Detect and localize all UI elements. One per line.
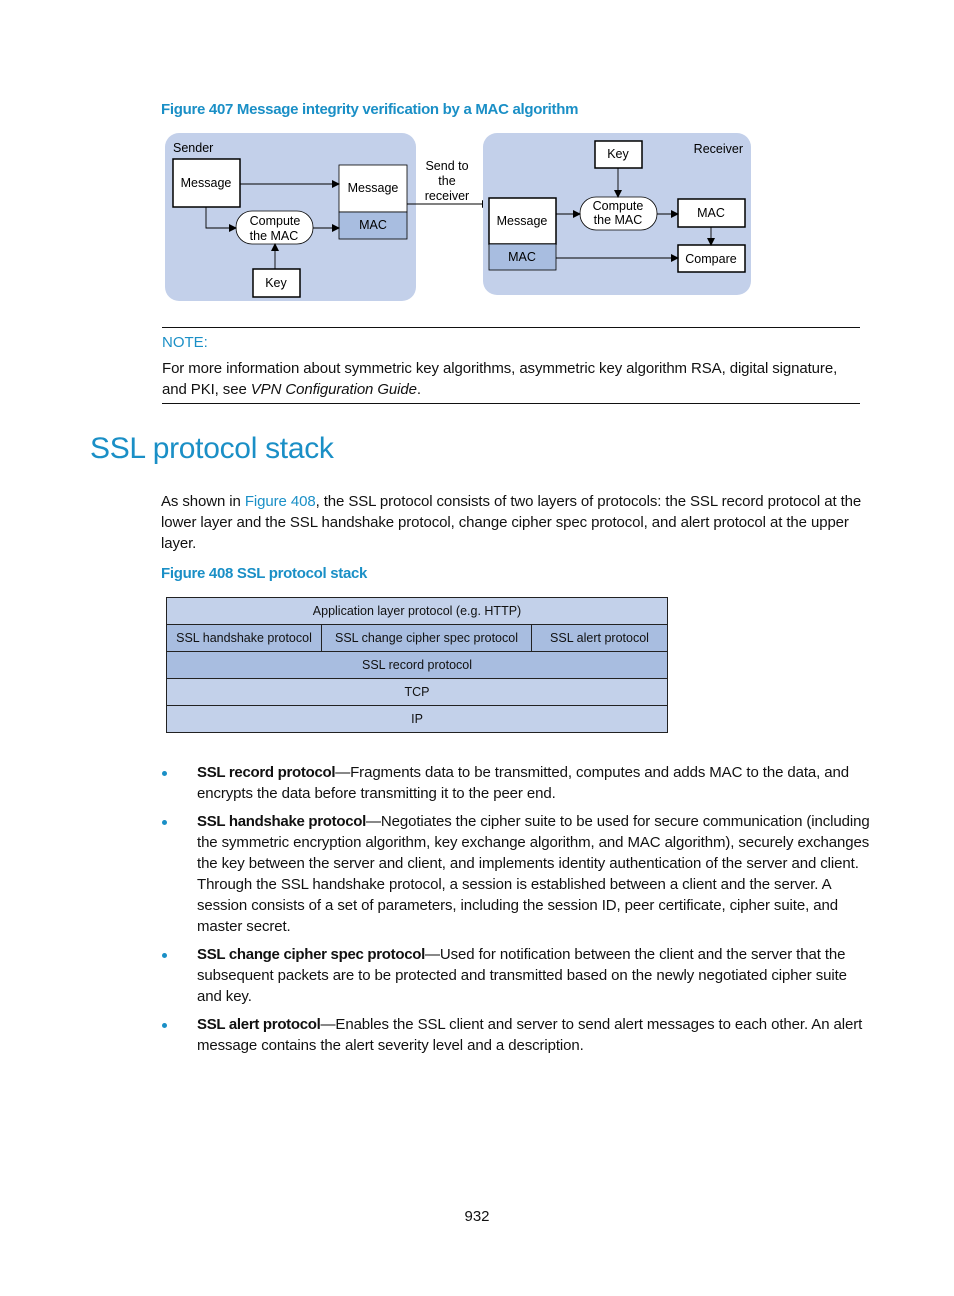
stack-row-application: Application layer protocol (e.g. HTTP) [167,598,667,625]
sender-label: Sender [173,141,213,155]
intro-text-start: As shown in [161,493,245,510]
send-label-line2: the [438,174,455,188]
sender-compute-line1: Compute [250,214,301,228]
bullet-term: SSL record protocol [197,764,336,781]
stack-row-upper-ssl: SSL handshake protocol SSL change cipher… [167,625,667,652]
intro-paragraph: As shown in Figure 408, the SSL protocol… [161,491,866,554]
sender-packet-message-label: Message [348,181,399,195]
bullet-handshake-protocol: SSL handshake protocol—Negotiates the ci… [160,811,870,937]
layer-handshake: SSL handshake protocol [167,625,321,651]
send-label-line3: receiver [425,189,469,203]
note-title: NOTE: [162,334,208,351]
section-heading: SSL protocol stack [90,432,334,465]
ssl-protocol-stack-diagram: Application layer protocol (e.g. HTTP) S… [166,597,668,733]
figure-407-caption: Figure 407 Message integrity verificatio… [161,101,579,118]
layer-change-cipher: SSL change cipher spec protocol [321,625,531,651]
send-label-line1: Send to [425,159,468,173]
bullet-dot-icon [162,1023,167,1028]
bullet-dot-icon [162,820,167,825]
sender-message-label: Message [181,176,232,190]
receiver-mac-label: MAC [697,206,725,220]
bullet-record-protocol: SSL record protocol—Fragments data to be… [160,762,870,804]
note-box: NOTE: For more information about symmetr… [162,327,860,404]
bullet-term: SSL handshake protocol [197,813,366,830]
layer-record: SSL record protocol [167,652,667,678]
note-text-end: . [416,381,421,398]
stack-row-record: SSL record protocol [167,652,667,679]
receiver-packet-message-label: Message [497,214,548,228]
receiver-label: Receiver [694,142,743,156]
receiver-compute-line1: Compute [593,199,644,213]
stack-row-tcp: TCP [167,679,667,706]
layer-tcp: TCP [167,679,667,705]
bullet-dot-icon [162,953,167,958]
layer-ip: IP [167,706,667,732]
receiver-key-label: Key [607,147,629,161]
bullet-text: —Negotiates the cipher suite to be used … [197,813,870,935]
receiver-compare-label: Compare [685,252,736,266]
protocol-bullet-list: SSL record protocol—Fragments data to be… [160,762,870,1063]
sender-key-label: Key [265,276,287,290]
layer-alert: SSL alert protocol [531,625,667,651]
note-text: For more information about symmetric key… [162,358,860,400]
page-number: 932 [464,1208,490,1225]
bullet-dot-icon [162,771,167,776]
sender-packet-mac-label: MAC [359,218,387,232]
mac-verification-diagram: Sender Message Compute the MAC Key Messa… [165,133,751,301]
sender-compute-line2: the MAC [250,229,299,243]
bullet-term: SSL change cipher spec protocol [197,946,425,963]
note-reference: VPN Configuration Guide [250,381,417,398]
layer-application: Application layer protocol (e.g. HTTP) [167,598,667,624]
receiver-packet-mac-label: MAC [508,250,536,264]
stack-row-ip: IP [167,706,667,733]
bullet-alert-protocol: SSL alert protocol—Enables the SSL clien… [160,1014,870,1056]
receiver-compute-line2: the MAC [594,213,643,227]
figure-408-link[interactable]: Figure 408 [245,493,316,510]
bullet-term: SSL alert protocol [197,1016,321,1033]
figure-408-caption: Figure 408 SSL protocol stack [161,565,368,582]
bullet-change-cipher-protocol: SSL change cipher spec protocol—Used for… [160,944,870,1007]
